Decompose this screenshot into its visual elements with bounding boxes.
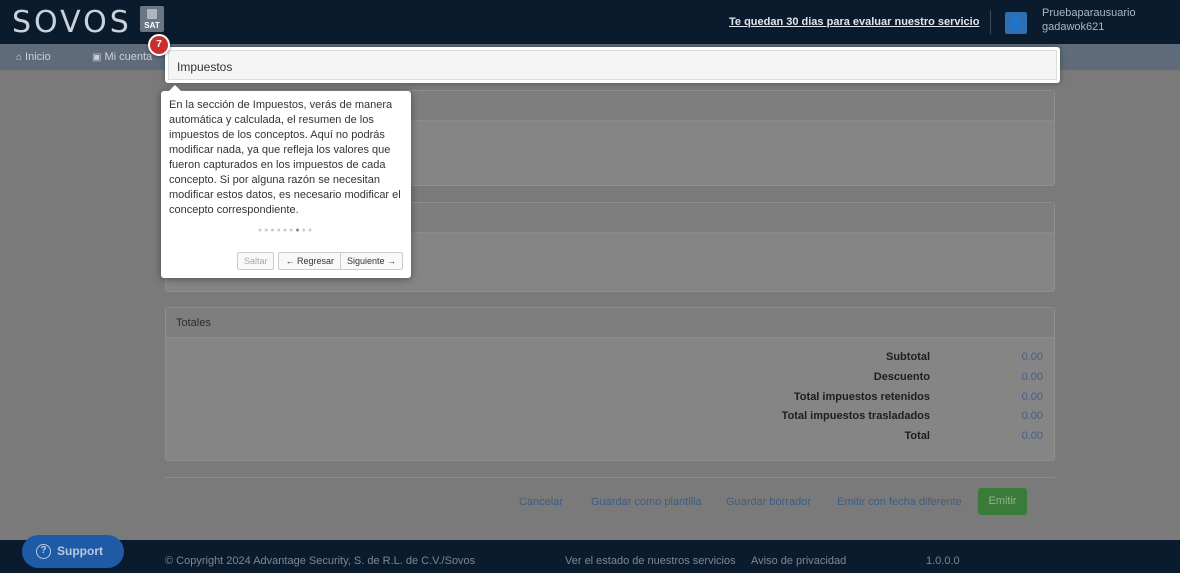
header-divider	[990, 10, 991, 34]
version-label: 1.0.0.0	[926, 555, 960, 567]
nav-home-label: Inicio	[25, 51, 51, 63]
transferred-taxes-value: 0.00	[1021, 410, 1043, 422]
total-label: Total	[904, 430, 930, 442]
tour-tooltip: En la sección de Impuestos, verás de man…	[161, 85, 411, 278]
help-icon: ?	[36, 544, 51, 560]
discount-value: 0.00	[1021, 371, 1043, 383]
withheld-taxes-value: 0.00	[1021, 391, 1043, 403]
service-status-link[interactable]: Ver el estado de nuestros servicios	[565, 555, 736, 567]
tour-progress-dot[interactable]: ●	[308, 227, 314, 234]
home-icon: ⌂	[16, 52, 23, 63]
tour-buttons: Saltar ← Regresar Siguiente →	[236, 252, 403, 270]
tour-back-button[interactable]: ← Regresar	[278, 252, 341, 270]
subtotal-label: Subtotal	[886, 351, 930, 363]
withheld-taxes-label: Total impuestos retenidos	[793, 391, 930, 403]
emit-button[interactable]: Emitir	[978, 488, 1027, 515]
sovos-logo[interactable]: SOVOS	[12, 6, 132, 40]
user-name-line1: Pruebaparausuario	[1042, 7, 1136, 19]
privacy-link[interactable]: Aviso de privacidad	[751, 555, 846, 567]
cancel-button[interactable]: Cancelar	[519, 496, 563, 508]
user-name-line2: gadawok621	[1042, 21, 1105, 33]
nav-home[interactable]: ⌂ Inicio	[16, 51, 51, 63]
support-button[interactable]: ? Support	[22, 535, 124, 568]
tour-progress-dots: ●●●●●●●●●	[169, 227, 403, 234]
total-value: 0.00	[1021, 430, 1043, 442]
tour-skip-button[interactable]: Saltar	[236, 252, 275, 270]
user-menu[interactable]: Pruebaparausuario gadawok621	[1042, 6, 1136, 34]
transferred-taxes-label: Total impuestos trasladados	[781, 410, 930, 422]
briefcase-icon: ▣	[92, 52, 102, 63]
taxes-section-header: Impuestos	[168, 50, 1057, 80]
trial-notice-link[interactable]: Te quedan 30 dias para evaluar nuestro s…	[729, 16, 979, 28]
copyright-text: © Copyright 2024 Advantage Security, S. …	[165, 555, 476, 567]
totals-panel-title: Totales	[166, 308, 1054, 338]
sat-logo: SAT	[140, 6, 164, 32]
actions-divider	[165, 477, 1055, 478]
tour-nav-group: ← Regresar Siguiente →	[278, 252, 403, 270]
tour-next-button[interactable]: Siguiente →	[340, 252, 403, 270]
discount-label: Descuento	[873, 371, 930, 383]
support-label: Support	[57, 544, 103, 558]
footer: © Copyright 2024 Advantage Security, S. …	[0, 540, 1180, 573]
tour-step-badge: 7	[148, 34, 170, 56]
nav-account[interactable]: ▣ Mi cuenta	[92, 51, 152, 63]
tour-description: En la sección de Impuestos, verás de man…	[169, 99, 401, 216]
user-icon[interactable]: 👤	[1005, 12, 1027, 34]
emit-different-date-button[interactable]: Emitir con fecha diferente	[837, 496, 962, 508]
subtotal-value: 0.00	[1021, 351, 1043, 363]
nav-account-label: Mi cuenta	[104, 51, 153, 63]
top-bar: SOVOS SAT Te quedan 30 dias para evaluar…	[0, 0, 1180, 44]
tour-highlight: Impuestos	[165, 47, 1060, 83]
save-draft-button[interactable]: Guardar borrador	[726, 496, 811, 508]
save-template-button[interactable]: Guardar como plantilla	[591, 496, 702, 508]
